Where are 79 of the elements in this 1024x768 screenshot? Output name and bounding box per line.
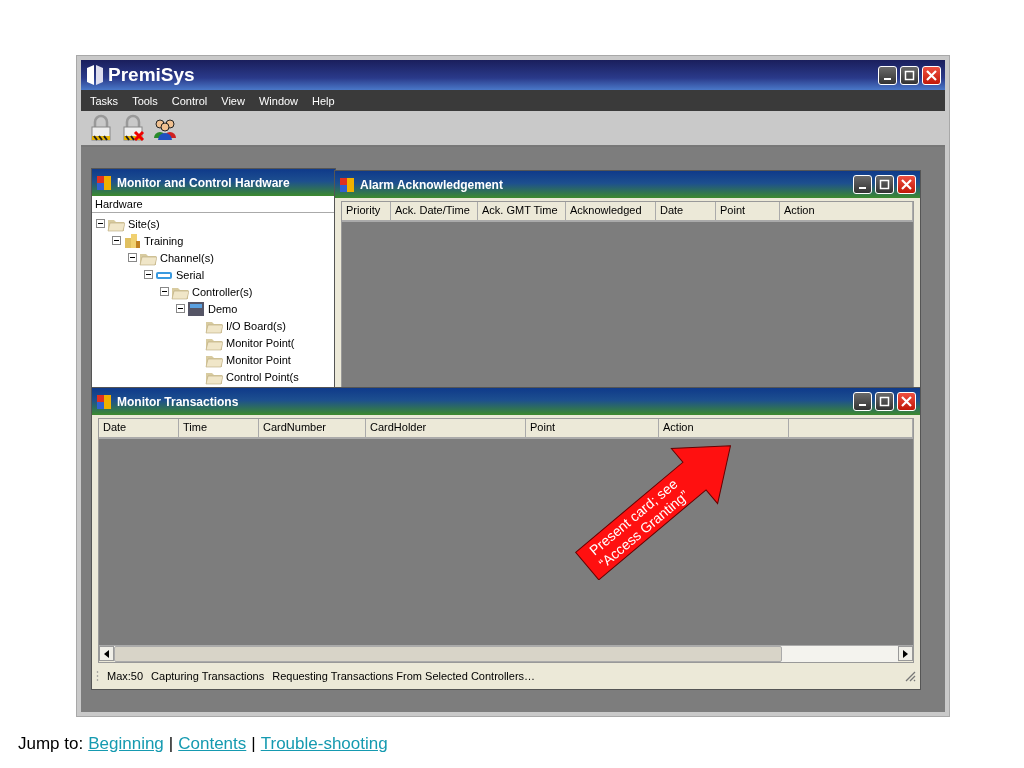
close-button[interactable] [897, 392, 916, 411]
column-header[interactable]: Priority [342, 202, 391, 220]
collapse-toggle[interactable] [144, 270, 153, 279]
collapse-toggle[interactable] [128, 253, 137, 262]
column-header[interactable]: Ack. GMT Time [478, 202, 566, 220]
status-text: Capturing Transactions [151, 670, 265, 682]
tree-item[interactable]: Training [143, 234, 185, 247]
logo-icon [85, 64, 105, 86]
maximize-icon [879, 396, 890, 407]
tree-item[interactable]: Demo [207, 302, 239, 315]
right-arrow-icon [902, 649, 909, 658]
tree-item[interactable]: Controller(s) [191, 285, 254, 298]
minimize-icon [884, 77, 891, 80]
separator-text: | [251, 734, 256, 754]
app-logo-text: PremiSys [108, 64, 195, 86]
tree-item[interactable]: I/O Board(s) [225, 319, 287, 332]
column-header[interactable]: Action [780, 202, 913, 220]
column-header[interactable]: CardHolder [366, 419, 526, 437]
menu-item[interactable]: Tools [125, 94, 165, 107]
maximize-button[interactable] [900, 65, 919, 85]
column-header[interactable]: CardNumber [259, 419, 366, 437]
lock-delete-icon[interactable] [121, 114, 145, 142]
window-title: Monitor and Control Hardware [117, 175, 290, 190]
maximize-button[interactable] [875, 175, 894, 194]
minimize-button[interactable] [853, 392, 872, 411]
window-icon [96, 174, 112, 191]
minimize-icon [859, 187, 866, 189]
building-icon [123, 232, 141, 249]
scroll-left-button[interactable] [99, 646, 114, 661]
minimize-icon [859, 404, 866, 406]
collapse-toggle[interactable] [160, 287, 169, 296]
scroll-right-button[interactable] [898, 646, 913, 661]
close-button[interactable] [897, 175, 916, 194]
close-icon [926, 69, 937, 81]
horizontal-scrollbar[interactable] [99, 645, 913, 662]
lock-icon[interactable] [89, 114, 113, 142]
maximize-button[interactable] [875, 392, 894, 411]
menu-item[interactable]: Tasks [83, 94, 126, 107]
status-text: Requesting Transactions From Selected Controllers… [272, 670, 536, 682]
column-header[interactable]: Acknowledged [566, 202, 656, 220]
menu-item[interactable]: View [214, 94, 252, 107]
tree-item[interactable]: Serial [175, 268, 206, 281]
minimize-button[interactable] [853, 175, 872, 194]
window-title: Monitor Transactions [117, 394, 239, 409]
left-arrow-icon [103, 649, 110, 658]
separator-text: | [168, 734, 174, 754]
tree-item[interactable]: Monitor Point( [225, 336, 296, 349]
tree-item[interactable]: Control Point(s [225, 370, 300, 383]
grip-icon [96, 670, 99, 682]
minimize-button[interactable] [878, 65, 897, 85]
window-title: Alarm Acknowledgement [360, 177, 503, 192]
column-header[interactable]: Point [716, 202, 780, 220]
menu-item[interactable]: Help [305, 94, 342, 107]
close-button[interactable] [922, 65, 941, 85]
resize-grip-icon [904, 670, 916, 682]
tree-item[interactable]: Channel(s) [159, 251, 215, 264]
column-header[interactable]: Date [656, 202, 716, 220]
column-header[interactable]: Action [659, 419, 789, 437]
maximize-icon [879, 179, 890, 190]
close-icon [901, 179, 912, 190]
column-header[interactable]: Date [99, 419, 179, 437]
close-icon [901, 396, 912, 407]
column-header[interactable]: Time [179, 419, 259, 437]
controller-icon [187, 300, 205, 317]
column-header[interactable]: Point [526, 419, 659, 437]
collapse-toggle[interactable] [96, 219, 105, 228]
footer-label: Jump to: [18, 734, 84, 754]
tree-item[interactable]: Monitor Point [225, 353, 292, 366]
window-icon [96, 393, 112, 410]
collapse-toggle[interactable] [112, 236, 121, 245]
window-icon [339, 176, 355, 193]
tree-item[interactable]: Site(s) [127, 217, 161, 230]
status-text: Max:50 [107, 670, 144, 682]
menu-item[interactable]: Window [251, 94, 306, 107]
scrollbar-thumb[interactable] [114, 646, 783, 662]
collapse-toggle[interactable] [176, 304, 185, 313]
column-header[interactable]: Ack. Date/Time [391, 202, 478, 220]
maximize-icon [904, 69, 915, 81]
menu-item[interactable]: Control [164, 94, 215, 107]
